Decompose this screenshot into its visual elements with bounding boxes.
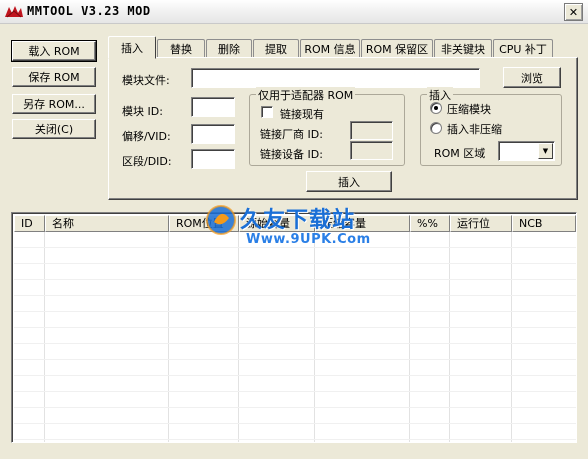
- load-rom-button[interactable]: 载入 ROM: [11, 40, 97, 62]
- window-title: MMTOOL V3.23 MOD: [27, 4, 151, 18]
- title-bar[interactable]: MMTOOL V3.23 MOD ✕: [0, 0, 588, 24]
- insert-button[interactable]: 插入: [306, 171, 392, 192]
- segment-did-label: 区段/DID:: [122, 155, 172, 168]
- link-existing-checkbox[interactable]: [261, 106, 273, 118]
- compressed-module-label: 压缩模块: [447, 103, 491, 116]
- rom-region-select[interactable]: ▼: [498, 141, 555, 161]
- close-window-button[interactable]: ✕: [564, 3, 583, 21]
- column-header-compressed-size[interactable]: 压缩容量: [315, 215, 410, 232]
- module-list-grid: [14, 232, 576, 442]
- tab-rom-reserved[interactable]: ROM 保留区: [361, 39, 433, 58]
- vendor-id-input[interactable]: [350, 121, 393, 140]
- column-header-rom-position[interactable]: ROM位置: [169, 215, 239, 232]
- vendor-id-label: 链接厂商 ID:: [260, 128, 323, 141]
- rom-region-label: ROM 区域: [434, 147, 486, 160]
- close-icon: ✕: [568, 5, 579, 19]
- module-id-input[interactable]: [191, 97, 235, 117]
- compressed-module-radio[interactable]: [430, 102, 442, 114]
- close-button[interactable]: 关闭(C): [12, 119, 96, 139]
- column-header-percent[interactable]: %%: [410, 215, 450, 232]
- tab-replace[interactable]: 替换: [157, 39, 205, 58]
- uncompressed-insert-radio[interactable]: [430, 122, 442, 134]
- app-logo-icon: [5, 6, 23, 18]
- tab-delete[interactable]: 删除: [206, 39, 252, 58]
- browse-button[interactable]: 浏览: [503, 67, 561, 88]
- offset-vid-input[interactable]: [191, 124, 235, 144]
- device-id-label: 链接设备 ID:: [260, 148, 323, 161]
- module-file-input[interactable]: [191, 68, 480, 88]
- module-list-header: ID 名称 ROM位置 源始容量 压缩容量 %% 运行位 NCB: [14, 215, 576, 232]
- column-header-id[interactable]: ID: [14, 215, 45, 232]
- column-header-run-bit[interactable]: 运行位: [450, 215, 512, 232]
- save-as-rom-button[interactable]: 另存 ROM...: [12, 94, 96, 114]
- save-rom-button[interactable]: 保存 ROM: [12, 67, 96, 87]
- app-window: MMTOOL V3.23 MOD ✕ 载入 ROM 保存 ROM 另存 ROM.…: [0, 0, 588, 459]
- tab-extract[interactable]: 提取: [253, 39, 299, 58]
- column-header-ncb[interactable]: NCB: [512, 215, 576, 232]
- offset-vid-label: 偏移/VID:: [122, 130, 171, 143]
- device-id-input[interactable]: [350, 141, 393, 160]
- uncompressed-insert-label: 插入非压缩: [447, 123, 502, 136]
- link-existing-label: 链接现有: [280, 108, 324, 121]
- tab-insert[interactable]: 插入: [108, 36, 156, 59]
- column-header-source-size[interactable]: 源始容量: [239, 215, 315, 232]
- adapter-rom-group-title: 仅用于适配器 ROM: [256, 87, 356, 103]
- tab-cpu-patch[interactable]: CPU 补丁: [493, 39, 553, 58]
- tab-strip: 插入 替换 删除 提取 ROM 信息 ROM 保留区 非关键块 CPU 补丁: [108, 36, 580, 59]
- module-id-label: 模块 ID:: [122, 105, 163, 118]
- chevron-down-icon[interactable]: ▼: [538, 143, 553, 159]
- tab-rom-info[interactable]: ROM 信息: [300, 39, 360, 58]
- column-header-name[interactable]: 名称: [45, 215, 169, 232]
- segment-did-input[interactable]: [191, 149, 235, 169]
- module-list[interactable]: ID 名称 ROM位置 源始容量 压缩容量 %% 运行位 NCB: [11, 212, 577, 443]
- tab-non-critical-blocks[interactable]: 非关键块: [434, 39, 492, 58]
- module-file-label: 模块文件:: [122, 74, 170, 87]
